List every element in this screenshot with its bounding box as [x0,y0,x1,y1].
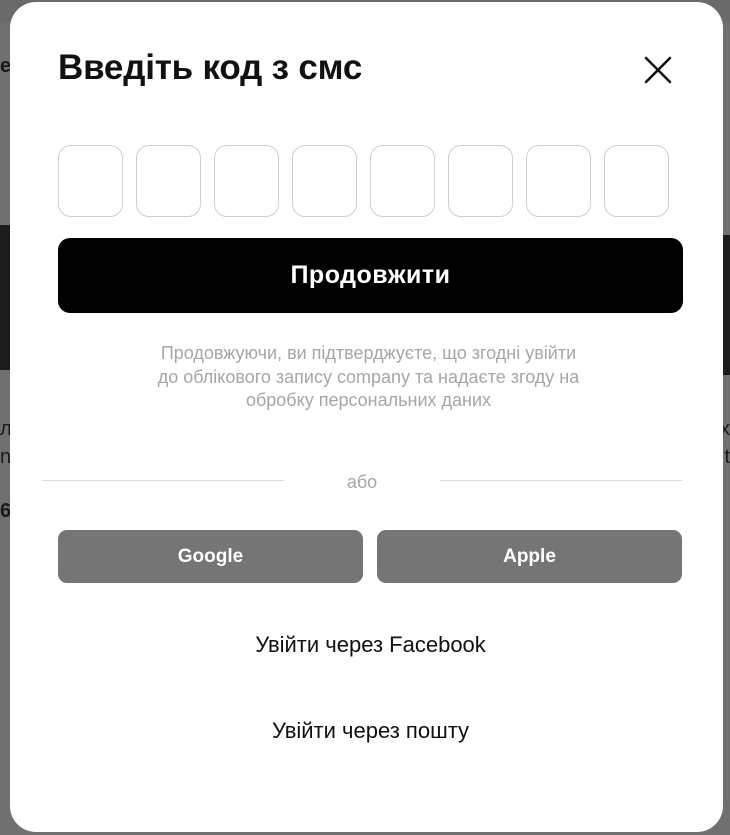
sms-code-modal: Введіть код з смс Продовжити Продовжуючи… [10,2,723,832]
otp-digit-input[interactable] [604,145,669,217]
divider-line-left [42,480,284,481]
otp-digit-input[interactable] [214,145,279,217]
otp-input-group [58,145,669,217]
google-login-button[interactable]: Google [58,530,363,583]
otp-digit-input[interactable] [370,145,435,217]
otp-digit-input[interactable] [448,145,513,217]
apple-login-button[interactable]: Apple [377,530,682,583]
divider-or-text: або [346,472,378,492]
background-product-image-right [722,235,730,375]
consent-text: Продовжуючи, ви підтверджуєте, що згодні… [157,343,580,410]
otp-digit-input[interactable] [58,145,123,217]
background-text-fragment: t [724,446,730,468]
divider-line-right [440,480,682,481]
otp-digit-input[interactable] [526,145,591,217]
modal-title: Введіть код з смс [58,48,363,87]
close-button[interactable] [640,52,676,88]
email-login-link[interactable]: Увійти через пошту [58,718,683,744]
otp-digit-input[interactable] [136,145,201,217]
facebook-login-link[interactable]: Увійти через Facebook [58,632,683,658]
otp-digit-input[interactable] [292,145,357,217]
close-icon [644,56,672,84]
continue-button[interactable]: Продовжити [58,238,683,313]
